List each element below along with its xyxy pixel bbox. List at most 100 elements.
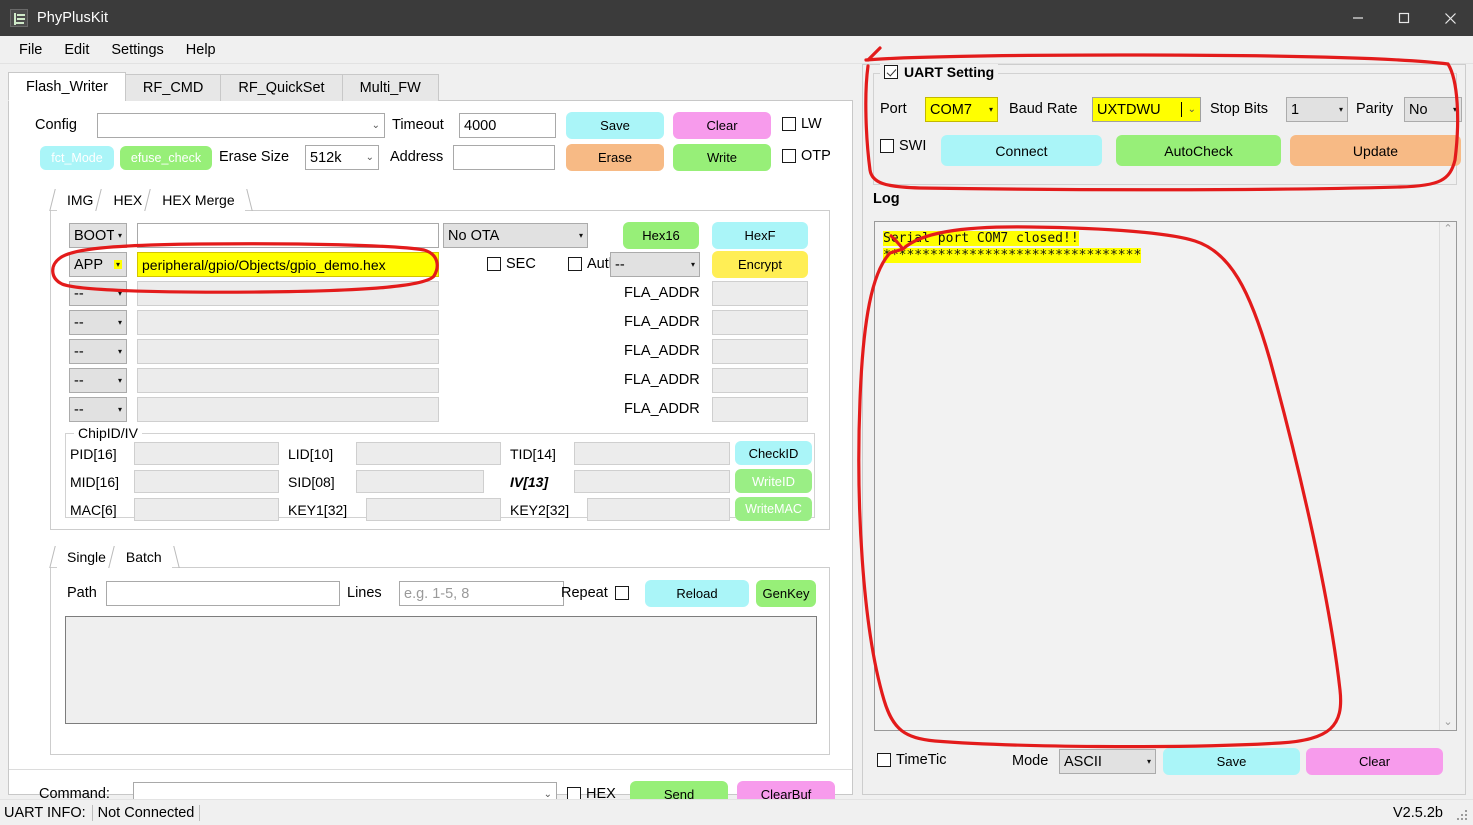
reload-button[interactable]: Reload [645, 580, 749, 607]
otp-checkbox[interactable]: OTP [782, 148, 831, 164]
chevron-down-icon: ▾ [117, 231, 122, 240]
tab-rf-cmd[interactable]: RF_CMD [124, 74, 222, 101]
mac-label: MAC[6] [70, 502, 117, 518]
lid-input[interactable] [356, 442, 501, 465]
chevron-down-icon: ▾ [113, 260, 122, 269]
row0-type-combo[interactable]: BOOT ▾ [69, 223, 127, 248]
tab-batch[interactable]: Batch [115, 546, 172, 568]
sec-label: SEC [506, 256, 536, 272]
erase-button[interactable]: Erase [566, 144, 664, 171]
row4-path-input[interactable] [137, 339, 439, 364]
row1-enc-combo[interactable]: -- ▾ [610, 252, 700, 277]
row3-addr-input[interactable] [712, 310, 808, 335]
row2-type-combo[interactable]: -- ▾ [69, 281, 127, 306]
batch-list[interactable] [65, 616, 817, 724]
row0-path-input[interactable] [137, 223, 439, 248]
menu-settings[interactable]: Settings [100, 39, 174, 61]
log-save-button[interactable]: Save [1163, 748, 1300, 775]
log-line-1: Serial port COM7 closed!! [883, 231, 1079, 246]
tab-single[interactable]: Single [57, 546, 116, 568]
sid-input[interactable] [356, 470, 484, 493]
log-scrollbar[interactable]: ⌃ ⌄ [1439, 222, 1456, 730]
pid-input[interactable] [134, 442, 279, 465]
sec-checkbox[interactable]: SEC [487, 256, 536, 272]
autocheck-button[interactable]: AutoCheck [1116, 135, 1281, 166]
row6-addr-input[interactable] [712, 397, 808, 422]
row3-path-input[interactable] [137, 310, 439, 335]
chevron-down-icon: ▾ [117, 318, 122, 327]
save-config-button[interactable]: Save [566, 112, 664, 139]
scroll-down-icon[interactable]: ⌄ [1443, 717, 1452, 728]
hex16-button[interactable]: Hex16 [623, 222, 699, 249]
checkid-button[interactable]: CheckID [735, 441, 812, 465]
stopbits-combo[interactable]: 1 ▾ [1286, 97, 1348, 122]
uart-enable-checkbox[interactable] [884, 65, 898, 79]
tab-hex-merge[interactable]: HEX Merge [152, 189, 245, 211]
chevron-down-icon: ▾ [117, 347, 122, 356]
write-button[interactable]: Write [673, 144, 771, 171]
clear-config-button[interactable]: Clear [673, 112, 771, 139]
key1-input[interactable] [366, 498, 501, 521]
key2-input[interactable] [587, 498, 730, 521]
erase-size-combo[interactable]: 512k ⌄ [305, 145, 379, 170]
tid-input[interactable] [574, 442, 730, 465]
row5-path-input[interactable] [137, 368, 439, 393]
row4-addr-label: FLA_ADDR [624, 343, 700, 359]
fct-mode-button[interactable]: fct_Mode [40, 146, 114, 170]
tab-rf-quickset[interactable]: RF_QuickSet [220, 74, 343, 101]
iv-input[interactable] [574, 470, 730, 493]
log-clear-button[interactable]: Clear [1306, 748, 1443, 775]
writemac-button[interactable]: WriteMAC [735, 497, 812, 521]
port-combo[interactable]: COM7 ▾ [925, 97, 998, 122]
menu-edit[interactable]: Edit [53, 39, 100, 61]
parity-combo[interactable]: No ▾ [1404, 97, 1462, 122]
hexf-button[interactable]: HexF [712, 222, 808, 249]
close-icon[interactable] [1427, 0, 1473, 36]
tab-multi-fw[interactable]: Multi_FW [341, 74, 439, 101]
batch-path-input[interactable] [106, 581, 340, 606]
row6-path-input[interactable] [137, 397, 439, 422]
row2-path-input[interactable] [137, 281, 439, 306]
row3-type-combo[interactable]: -- ▾ [69, 310, 127, 335]
timeout-input[interactable]: 4000 [459, 113, 556, 138]
minimize-icon[interactable] [1335, 0, 1381, 36]
encrypt-button[interactable]: Encrypt [712, 251, 808, 278]
timetic-checkbox[interactable]: TimeTic [877, 752, 946, 768]
row1-type-combo[interactable]: APP ▾ [69, 252, 127, 277]
config-combo[interactable]: ⌄ [97, 113, 385, 138]
batch-lines-input[interactable]: e.g. 1-5, 8 [399, 581, 564, 606]
menu-file[interactable]: File [8, 39, 53, 61]
tab-flash-writer[interactable]: Flash_Writer [8, 72, 126, 101]
row6-type-value: -- [74, 401, 84, 418]
row6-type-combo[interactable]: -- ▾ [69, 397, 127, 422]
baud-combo[interactable]: UXTDWU ⌄ [1092, 97, 1201, 122]
lw-checkbox[interactable]: LW [782, 116, 822, 132]
menu-help[interactable]: Help [175, 39, 227, 61]
row1-path-input[interactable]: peripheral/gpio/Objects/gpio_demo.hex [137, 252, 439, 277]
address-input[interactable] [453, 145, 555, 170]
maximize-icon[interactable] [1381, 0, 1427, 36]
update-button[interactable]: Update [1290, 135, 1461, 166]
mid-input[interactable] [134, 470, 279, 493]
mode-combo[interactable]: ASCII ▾ [1059, 749, 1156, 774]
repeat-checkbox[interactable]: Repeat [561, 585, 629, 601]
genkey-button[interactable]: GenKey [756, 580, 816, 607]
row5-addr-input[interactable] [712, 368, 808, 393]
row4-type-combo[interactable]: -- ▾ [69, 339, 127, 364]
text-cursor [1180, 102, 1182, 117]
mac-input[interactable] [134, 498, 279, 521]
row5-type-combo[interactable]: -- ▾ [69, 368, 127, 393]
writeid-button[interactable]: WriteID [735, 469, 812, 493]
window-controls [1335, 0, 1473, 36]
log-area[interactable]: Serial port COM7 closed!! **************… [874, 221, 1457, 731]
row2-addr-input[interactable] [712, 281, 808, 306]
resize-grip[interactable] [1456, 809, 1469, 822]
row4-addr-input[interactable] [712, 339, 808, 364]
efuse-check-button[interactable]: efuse_check [120, 146, 212, 170]
row0-ota-combo[interactable]: No OTA ▾ [443, 223, 588, 248]
connect-button[interactable]: Connect [941, 135, 1102, 166]
swd-checkbox[interactable]: SWI [880, 138, 926, 154]
row0-ota-value: No OTA [448, 227, 500, 244]
scroll-up-icon[interactable]: ⌃ [1443, 224, 1452, 235]
otp-checkbox-box [782, 149, 796, 163]
